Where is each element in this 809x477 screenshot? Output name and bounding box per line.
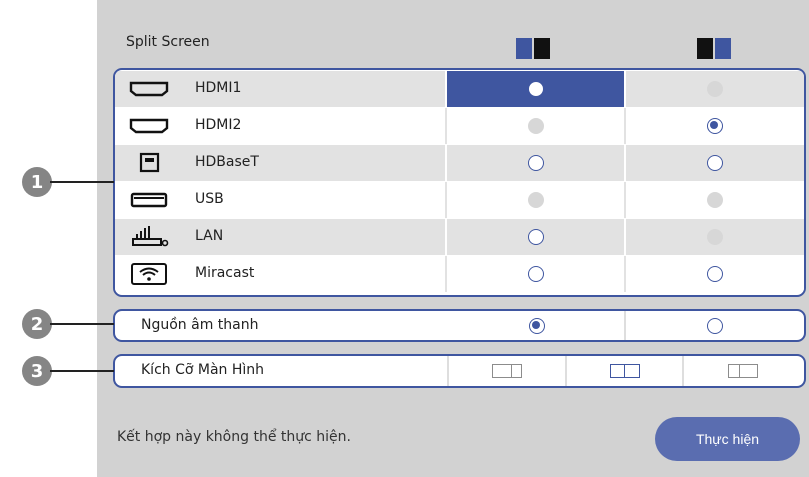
audio-left-radio[interactable] [528,317,545,334]
audio-source-row: Nguồn âm thanh [113,309,806,342]
page-title: Split Screen [126,34,210,50]
callout-2: 2 [22,309,52,339]
source-row-hdmi2: HDMI2 [115,108,804,144]
source-left-cell [447,108,624,144]
split-right-active-icon [697,38,731,59]
hdbaset-icon [129,151,169,175]
hdmi-icon [129,114,169,138]
source-label: HDMI1 [195,80,242,96]
source-left-cell[interactable] [447,145,624,181]
source-right-radio [707,229,723,245]
source-left-cell [447,182,624,218]
audio-right-radio[interactable] [707,317,723,334]
audio-left-cell[interactable] [449,311,624,340]
source-right-cell [626,71,804,107]
source-left-cell[interactable] [447,71,624,107]
wifi-icon [129,262,169,286]
size-option-equal[interactable] [567,356,682,386]
source-row-miracast: Miracast [115,256,804,292]
size-equal-icon[interactable] [609,364,640,378]
source-label: USB [195,191,224,207]
source-row-hdbaset: HDBaseT [115,145,804,181]
source-left-radio[interactable] [527,229,544,245]
usb-icon [129,188,169,212]
source-label: HDMI2 [195,117,242,133]
source-label: HDBaseT [195,154,259,170]
size-left-large-icon[interactable] [492,364,522,378]
screen-size-label: Kích Cỡ Màn Hình [141,362,265,378]
source-left-radio[interactable] [527,155,544,171]
source-selection-table: HDMI1 HDMI2 HDBaseT USB LAN Miracast [113,68,806,297]
callout-2-line [50,323,114,325]
source-right-radio [707,192,723,208]
source-right-radio[interactable] [707,155,723,171]
audio-source-label: Nguồn âm thanh [141,317,259,333]
split-left-active-icon [516,38,550,59]
size-option-right-large[interactable] [684,356,802,386]
source-right-cell[interactable] [626,256,804,292]
source-left-radio [527,118,544,134]
size-option-left-large[interactable] [449,356,565,386]
screen-size-row: Kích Cỡ Màn Hình [113,354,806,388]
status-message: Kết hợp này không thể thực hiện. [117,429,351,445]
callout-1: 1 [22,167,52,197]
audio-right-cell[interactable] [626,311,804,340]
source-row-usb: USB [115,182,804,218]
source-right-radio [707,81,723,97]
callout-3-line [50,370,114,372]
source-left-radio[interactable] [527,266,544,282]
source-left-cell[interactable] [447,256,624,292]
source-label: Miracast [195,265,255,281]
source-right-radio[interactable] [707,118,723,134]
source-left-cell[interactable] [447,219,624,255]
source-label: LAN [195,228,224,244]
source-row-lan: LAN [115,219,804,255]
source-left-radio[interactable] [527,81,544,97]
callout-1-line [50,181,114,183]
source-right-cell [626,182,804,218]
source-left-radio [527,192,544,208]
execute-button[interactable]: Thực hiện [655,417,800,461]
hdmi-icon [129,77,169,101]
source-right-cell[interactable] [626,145,804,181]
source-right-cell [626,219,804,255]
source-right-radio[interactable] [707,266,723,282]
size-right-large-icon[interactable] [728,364,758,378]
source-right-cell[interactable] [626,108,804,144]
callout-3: 3 [22,356,52,386]
lan-icon [129,225,169,249]
source-row-hdmi1: HDMI1 [115,71,804,107]
